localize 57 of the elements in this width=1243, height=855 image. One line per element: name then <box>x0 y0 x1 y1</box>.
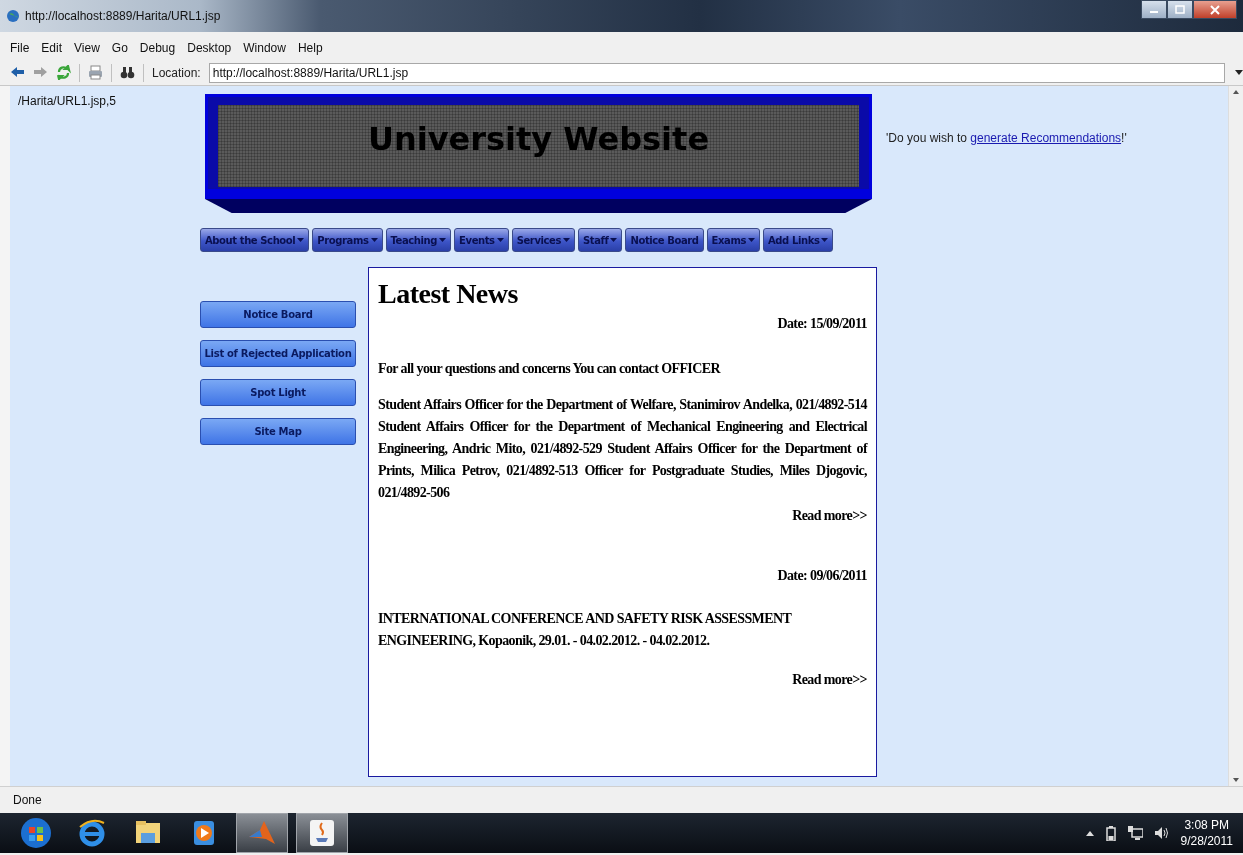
caret-icon <box>563 238 570 242</box>
caret-icon <box>439 238 447 242</box>
news-date: Date: 09/06/2011 <box>776 568 867 584</box>
dropdown-arrow-icon[interactable] <box>1235 70 1243 75</box>
news-date: Date: 15/09/2011 <box>776 316 867 332</box>
printer-icon[interactable] <box>88 65 103 80</box>
news-body: Student Affairs Officer for the Department of Welfare, Stanimirov Andelka, 021/4892-514 Student Affairs Officer for the Department of Mechanical Engineering and Electrical Engineering, Andric Mito, 021/4892-529 Student Affairs Officer for the Department of Prints, Milica Petrov, 021/4892-513 Officer for Postgraduate Studies, Miles Djogovic, 021/4892-506 <box>378 396 867 502</box>
caret-icon <box>821 238 829 242</box>
taskbar-button[interactable] <box>296 813 348 853</box>
menu-item[interactable]: Window <box>237 41 292 55</box>
minimize-button[interactable] <box>1141 0 1167 19</box>
close-icon <box>1210 4 1220 15</box>
window-title: http://localhost:8889/Harita/URL1.jsp <box>25 9 221 23</box>
read-more-link[interactable]: Read more>> <box>792 672 867 687</box>
close-button[interactable] <box>1193 0 1237 19</box>
globe-icon <box>6 9 20 23</box>
page-path-text: /Harita/URL1.jsp,5 <box>18 94 117 108</box>
sidebar-button[interactable]: List of Rejected Application <box>200 340 356 367</box>
recommendation-text: 'Do you wish to generate Recommendations!' <box>886 131 1127 145</box>
start-orb-icon <box>20 817 52 849</box>
menu-item[interactable]: Desktop <box>181 41 238 55</box>
location-field[interactable]: http://localhost:8889/Harita/URL1.jsp <box>208 62 1225 83</box>
scrollbar[interactable] <box>1228 86 1243 786</box>
menu-item[interactable]: Go <box>105 41 134 55</box>
maximize-button[interactable] <box>1167 0 1193 19</box>
status-text: Done <box>13 793 42 807</box>
recommendations-link[interactable]: generate Recommendations <box>970 131 1122 145</box>
menu-item[interactable]: View <box>68 41 106 55</box>
sidebar-button[interactable]: Site Map <box>200 418 356 445</box>
battery-icon[interactable] <box>1105 825 1116 841</box>
clock[interactable]: 3:08 PM 9/28/2011 <box>1180 817 1233 849</box>
sidebar-button[interactable]: Spot Light <box>200 379 356 406</box>
caret-icon <box>297 238 305 242</box>
caret-icon <box>496 238 504 242</box>
news-heading: For all your questions and concerns You can contact OFFICER <box>378 360 722 378</box>
reload-icon[interactable] <box>56 65 71 80</box>
location-label: Location: <box>152 65 201 80</box>
menu-item[interactable]: Edit <box>35 41 69 55</box>
back-arrow-icon[interactable] <box>10 65 25 80</box>
caret-icon <box>370 238 378 242</box>
menu-item[interactable]: Debug <box>133 41 182 55</box>
scroll-up-icon[interactable] <box>1233 90 1239 94</box>
binoculars-icon[interactable] <box>120 65 135 80</box>
network-icon[interactable] <box>1127 826 1143 840</box>
scroll-down-icon[interactable] <box>1233 778 1239 782</box>
maximize-icon <box>1175 5 1185 14</box>
news-title: Latest News <box>378 278 519 310</box>
sidebar-button[interactable]: Notice Board <box>200 301 356 328</box>
caret-icon <box>748 238 755 242</box>
read-more-link[interactable]: Read more>> <box>792 508 867 523</box>
menu-item[interactable]: Help <box>291 41 329 55</box>
speaker-icon[interactable] <box>1154 826 1169 840</box>
caret-icon <box>610 238 618 242</box>
menu-item[interactable]: File <box>4 41 36 55</box>
news-heading: INTERNATIONAL CONFERENCE AND SAFETY RISK ASSESSMENT ENGINEERING, Kopaonik, 29.01. - 04.02.2012. - 04.02.2012. <box>378 610 793 650</box>
site-title: University Website <box>367 119 710 159</box>
show-hidden-icons-icon[interactable] <box>1085 830 1094 836</box>
